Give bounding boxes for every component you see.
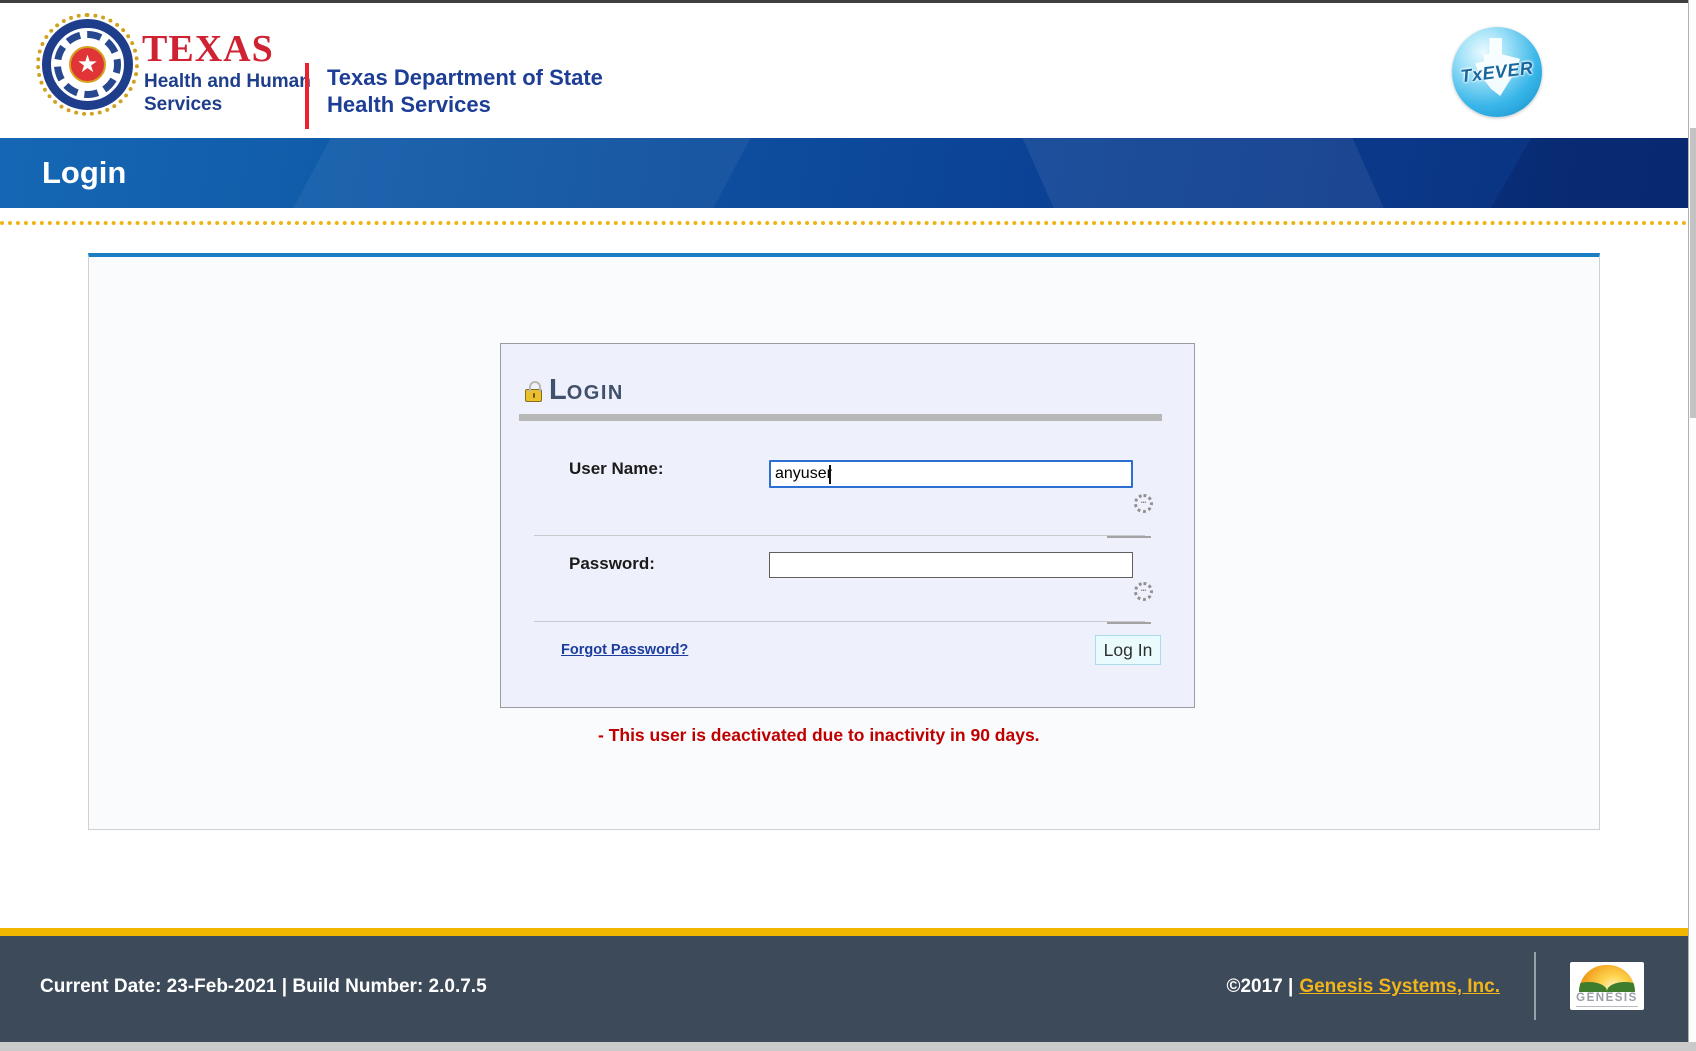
genesis-logo-text: GENESIS: [1570, 992, 1644, 1004]
dotted-separator: [0, 221, 1688, 225]
agency-subtitle-line1: Health and Human: [144, 71, 311, 93]
heading-underline-bar: [519, 414, 1162, 421]
footer: Current Date: 23-Feb-2021 | Build Number…: [0, 936, 1688, 1042]
banner-facet: [1013, 138, 1410, 208]
genesis-logo: GENESIS: [1570, 962, 1644, 1010]
department-name-line1: Texas Department of State: [327, 65, 603, 91]
page-title-banner: Login: [0, 138, 1688, 208]
agency-title: TEXAS: [142, 27, 274, 71]
footer-status-text: Current Date: 23-Feb-2021 | Build Number…: [40, 976, 487, 998]
forgot-password-link[interactable]: Forgot Password?: [561, 642, 688, 658]
divider-notch: [1107, 536, 1151, 538]
footer-gold-bar: [0, 928, 1688, 936]
page-title: Login: [42, 138, 126, 208]
divider-notch: [1107, 622, 1151, 624]
loading-icon: [1134, 494, 1153, 513]
row-divider: [534, 535, 1145, 536]
login-form-heading: LOGIN: [549, 374, 624, 407]
password-input[interactable]: [769, 552, 1133, 578]
banner-facet: [261, 138, 766, 208]
texas-hhs-seal-logo: ★: [36, 13, 139, 116]
login-page: ★ TEXAS Health and Human Services Texas …: [0, 0, 1696, 1051]
row-divider: [534, 621, 1145, 622]
star-icon: ★: [69, 46, 106, 83]
genesis-systems-link[interactable]: Genesis Systems, Inc.: [1299, 976, 1500, 997]
sunrise-icon: [1579, 965, 1635, 992]
bottom-strip: [0, 1042, 1696, 1051]
scrollbar-thumb[interactable]: [1690, 128, 1696, 418]
scrollbar[interactable]: [1688, 0, 1696, 1042]
text-cursor: [829, 465, 831, 484]
genesis-logo-underline: [1576, 1006, 1638, 1007]
username-input[interactable]: [769, 460, 1133, 488]
lock-icon: [525, 389, 542, 402]
agency-subtitle-line2: Services: [144, 94, 222, 116]
txever-logo: TxEVER: [1452, 27, 1542, 117]
log-in-button[interactable]: Log In: [1095, 635, 1161, 665]
banner-facet: [1439, 138, 1688, 208]
password-label: Password:: [569, 554, 655, 574]
header: ★ TEXAS Health and Human Services Texas …: [0, 3, 1688, 138]
username-label: User Name:: [569, 459, 664, 479]
department-name-line2: Health Services: [327, 92, 491, 118]
footer-copyright: ©2017 |Genesis Systems, Inc.: [1226, 976, 1500, 998]
login-form: LOGIN User Name: Password: Forgot Passwo…: [500, 343, 1195, 708]
header-divider: [305, 63, 309, 129]
error-message: - This user is deactivated due to inacti…: [598, 723, 1070, 747]
footer-divider: [1534, 952, 1536, 1020]
loading-icon: [1134, 582, 1153, 601]
